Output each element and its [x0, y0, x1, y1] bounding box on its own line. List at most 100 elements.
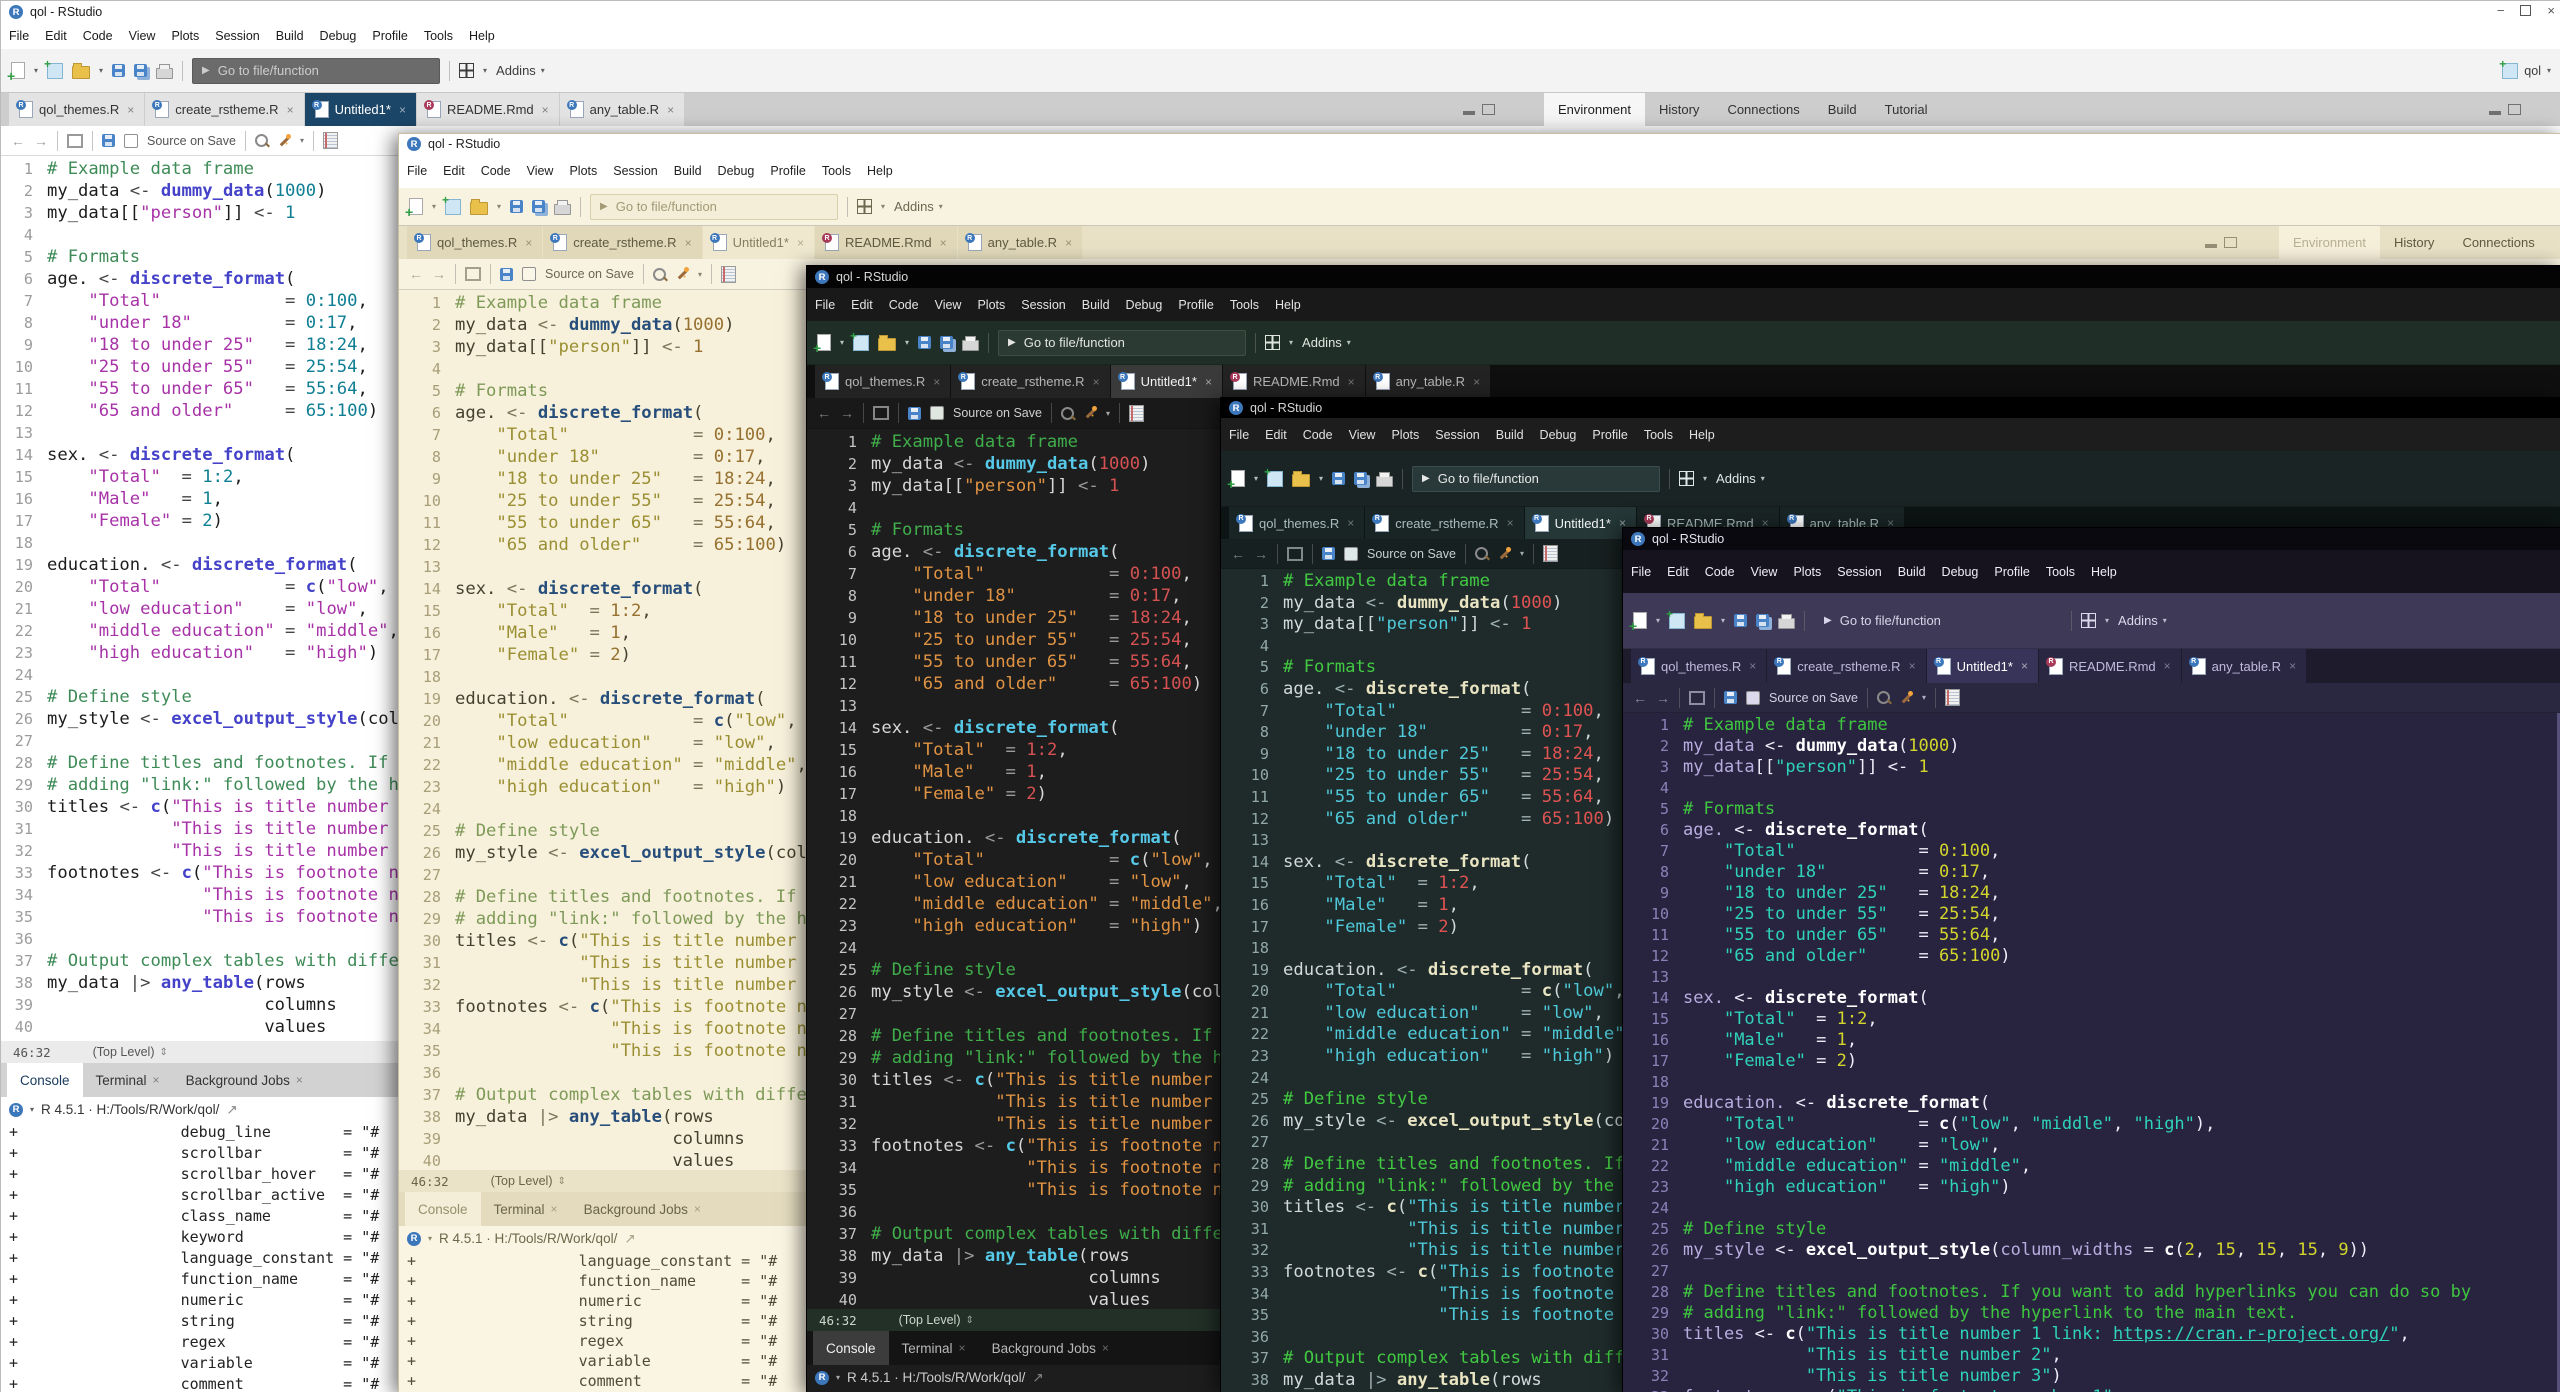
pane-layout-icon[interactable] — [857, 199, 872, 214]
menu-item-view[interactable]: View — [1743, 565, 1786, 579]
maximize-pane-icon[interactable] — [1482, 104, 1495, 115]
save-source-icon[interactable] — [500, 268, 513, 281]
menu-item-build[interactable]: Build — [268, 29, 312, 43]
open-file-dropdown-icon[interactable]: ▾ — [99, 66, 103, 75]
editor-tab-create-rstheme-r[interactable]: create_rstheme.R× — [1365, 507, 1523, 539]
compile-report-icon[interactable] — [1543, 545, 1558, 562]
console-tab-terminal[interactable]: Terminal× — [889, 1331, 979, 1365]
pane-layout-icon[interactable] — [1679, 471, 1694, 486]
forward-icon[interactable]: → — [840, 405, 854, 421]
save-source-icon[interactable] — [1322, 547, 1335, 560]
open-file-icon[interactable] — [1292, 474, 1310, 487]
console-tab-background-jobs[interactable]: Background Jobs× — [571, 1192, 714, 1226]
editor-tab-any-table-r[interactable]: any_table.R× — [560, 93, 684, 126]
menu-item-view[interactable]: View — [1341, 428, 1384, 442]
back-icon[interactable]: ← — [409, 266, 423, 282]
menu-item-help[interactable]: Help — [461, 29, 503, 43]
menu-item-tools[interactable]: Tools — [416, 29, 461, 43]
menu-item-debug[interactable]: Debug — [1118, 298, 1171, 312]
open-folder-arrow-icon[interactable]: ↗ — [1032, 1370, 1043, 1386]
new-project-icon[interactable] — [47, 63, 63, 79]
new-file-dropdown-icon[interactable]: ▾ — [1254, 474, 1258, 483]
menu-item-view[interactable]: View — [519, 164, 562, 178]
addins-menu[interactable]: Addins ▾ — [2118, 613, 2167, 628]
menu-item-profile[interactable]: Profile — [1986, 565, 2037, 579]
print-icon[interactable] — [1376, 476, 1393, 487]
menu-item-tools[interactable]: Tools — [2038, 565, 2083, 579]
window-titlebar[interactable]: qol - RStudio − × — [1, 1, 2560, 23]
env-tab-connections[interactable]: Connections — [1713, 93, 1813, 126]
open-file-dropdown-icon[interactable]: ▾ — [905, 338, 909, 347]
menu-item-tools[interactable]: Tools — [1636, 428, 1681, 442]
menu-item-session[interactable]: Session — [1427, 428, 1487, 442]
menu-item-file[interactable]: File — [1221, 428, 1257, 442]
menu-item-edit[interactable]: Edit — [435, 164, 473, 178]
menu-item-code[interactable]: Code — [881, 298, 927, 312]
menu-item-tools[interactable]: Tools — [814, 164, 859, 178]
save-all-icon[interactable] — [1354, 472, 1367, 485]
save-icon[interactable] — [510, 200, 523, 213]
tab-close-icon[interactable]: × — [1205, 375, 1212, 389]
env-tab-history[interactable]: History — [2380, 226, 2448, 259]
compile-report-icon[interactable] — [323, 132, 338, 149]
project-menu[interactable]: qol ▾ — [2502, 63, 2551, 79]
source-on-save-checkbox[interactable] — [124, 134, 138, 148]
show-in-new-window-icon[interactable] — [873, 406, 889, 420]
save-icon[interactable] — [918, 336, 931, 349]
menu-item-code[interactable]: Code — [1697, 565, 1743, 579]
save-all-icon[interactable] — [940, 336, 953, 349]
menu-item-debug[interactable]: Debug — [1532, 428, 1585, 442]
tab-close-icon[interactable]: × — [940, 236, 947, 250]
env-tab-build[interactable]: Build — [1814, 93, 1871, 126]
print-icon[interactable] — [156, 68, 173, 79]
print-icon[interactable] — [962, 340, 979, 351]
console-tab-console[interactable]: Console — [7, 1063, 83, 1097]
menu-item-profile[interactable]: Profile — [762, 164, 813, 178]
save-icon[interactable] — [1734, 614, 1747, 627]
tab-close-icon[interactable]: × — [685, 236, 692, 250]
pane-layout-dropdown-icon[interactable]: ▾ — [881, 202, 885, 211]
editor-tab-readme-rmd[interactable]: README.Rmd× — [417, 93, 559, 126]
tab-close-icon[interactable]: × — [551, 1202, 558, 1216]
save-all-icon[interactable] — [134, 64, 147, 77]
menu-item-profile[interactable]: Profile — [1170, 298, 1221, 312]
env-tab-connections[interactable]: Connections — [2448, 226, 2548, 259]
menu-item-build[interactable]: Build — [1488, 428, 1532, 442]
scope-selector[interactable]: (Top Level) — [93, 1045, 155, 1059]
menu-item-code[interactable]: Code — [1295, 428, 1341, 442]
source-on-save-checkbox[interactable] — [1344, 547, 1358, 561]
menu-item-file[interactable]: File — [807, 298, 843, 312]
menu-item-tools[interactable]: Tools — [1222, 298, 1267, 312]
show-in-new-window-icon[interactable] — [67, 134, 83, 148]
editor-tab-readme-rmd[interactable]: README.Rmd× — [2039, 649, 2181, 683]
editor-tab-create-rstheme-r[interactable]: create_rstheme.R× — [543, 226, 701, 259]
show-in-new-window-icon[interactable] — [1287, 547, 1303, 561]
menu-item-edit[interactable]: Edit — [37, 29, 75, 43]
editor-tab-create-rstheme-r[interactable]: create_rstheme.R× — [145, 93, 303, 126]
scope-selector[interactable]: (Top Level) — [899, 1313, 961, 1327]
editor-tab-readme-rmd[interactable]: README.Rmd× — [1223, 365, 1365, 398]
new-project-icon[interactable] — [445, 199, 461, 215]
tab-close-icon[interactable]: × — [694, 1202, 701, 1216]
open-file-dropdown-icon[interactable]: ▾ — [1319, 474, 1323, 483]
menu-item-session[interactable]: Session — [605, 164, 665, 178]
menu-item-file[interactable]: File — [399, 164, 435, 178]
addins-menu[interactable]: Addins ▾ — [1716, 471, 1765, 486]
menu-item-code[interactable]: Code — [473, 164, 519, 178]
pane-layout-dropdown-icon[interactable]: ▾ — [483, 66, 487, 75]
menu-item-view[interactable]: View — [121, 29, 164, 43]
new-file-dropdown-icon[interactable]: ▾ — [1656, 616, 1660, 625]
new-project-icon[interactable] — [1267, 471, 1283, 487]
menu-item-help[interactable]: Help — [1267, 298, 1309, 312]
save-icon[interactable] — [112, 64, 125, 77]
addins-menu[interactable]: Addins ▾ — [496, 63, 545, 78]
save-source-icon[interactable] — [102, 134, 115, 147]
code-tools-icon[interactable] — [1899, 691, 1913, 705]
menu-item-session[interactable]: Session — [1013, 298, 1073, 312]
open-folder-arrow-icon[interactable]: ↗ — [624, 1231, 635, 1247]
tab-close-icon[interactable]: × — [153, 1073, 160, 1087]
show-in-new-window-icon[interactable] — [465, 267, 481, 281]
console-tab-background-jobs[interactable]: Background Jobs× — [979, 1331, 1122, 1365]
scope-selector[interactable]: (Top Level) — [491, 1174, 553, 1188]
editor-tab-untitled1-[interactable]: Untitled1*× — [1525, 507, 1636, 539]
